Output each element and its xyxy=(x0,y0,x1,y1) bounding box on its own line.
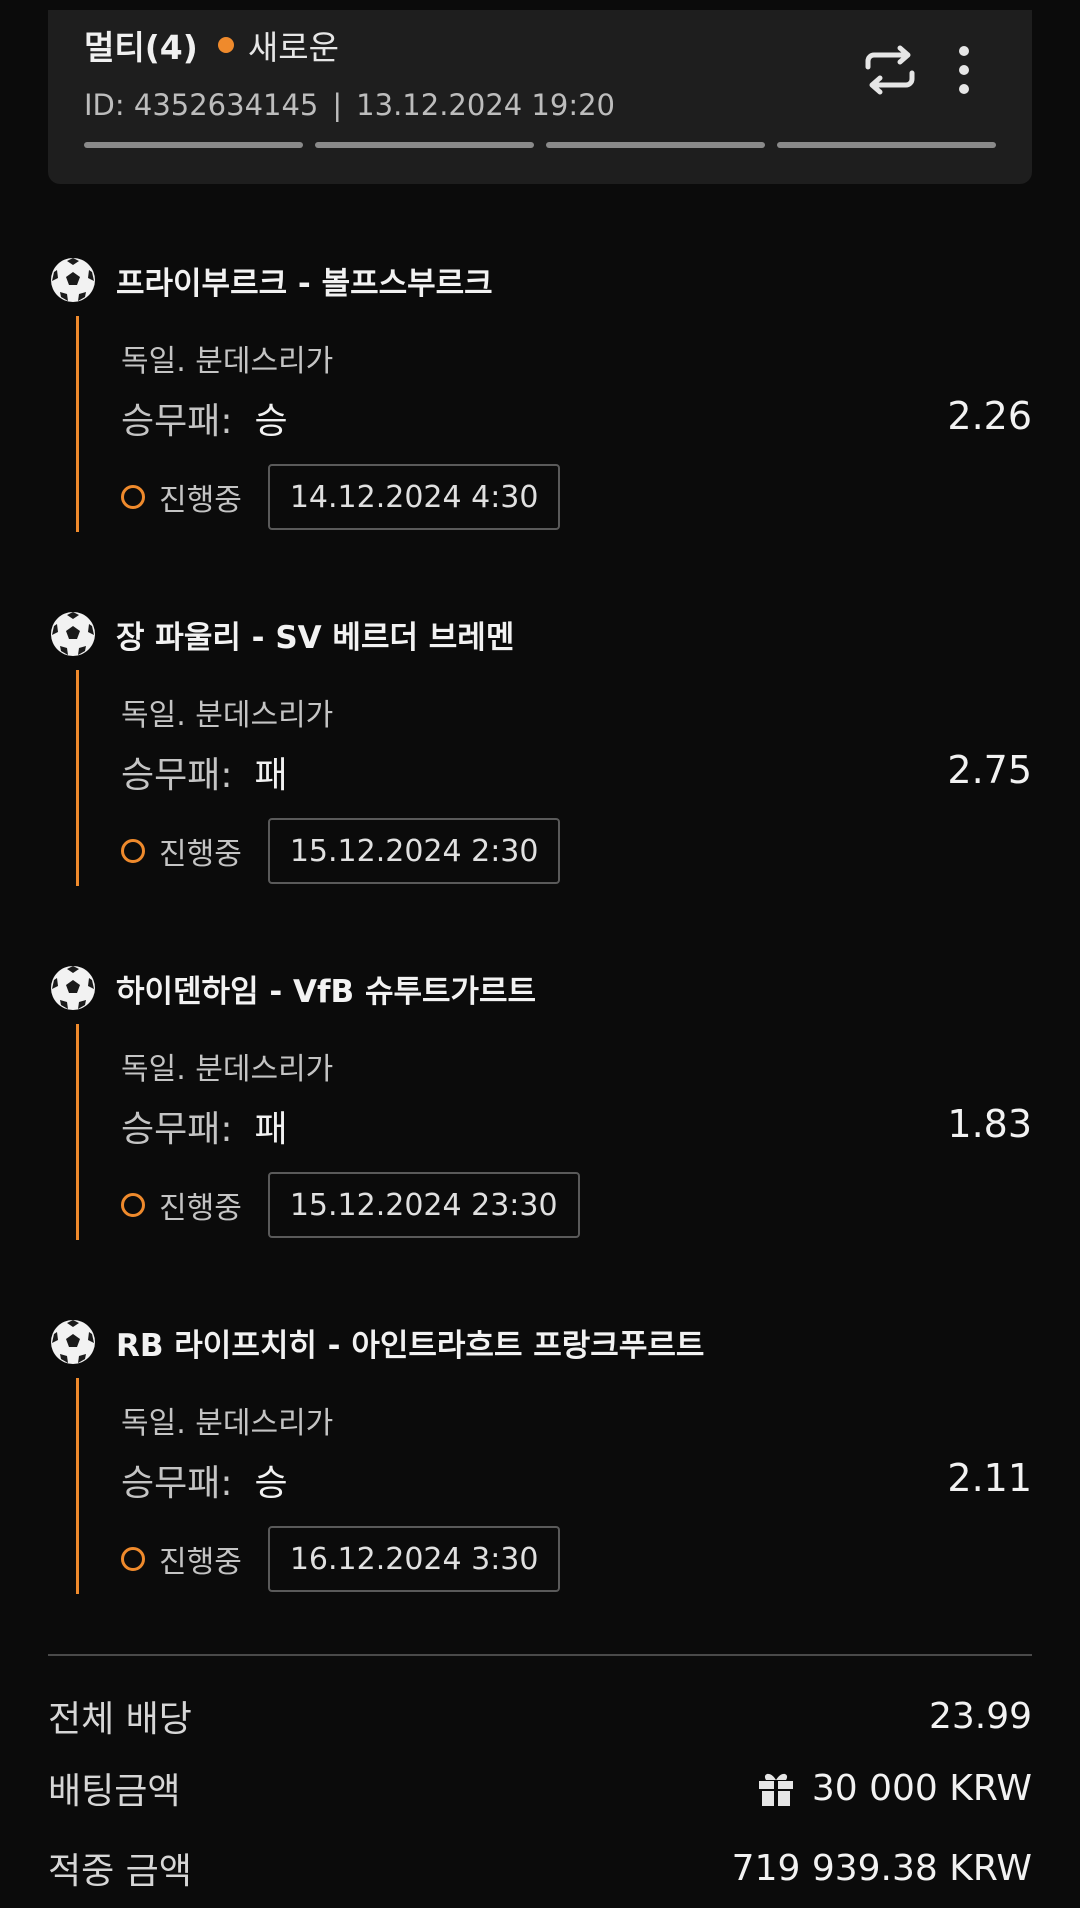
progress-segment xyxy=(777,142,996,148)
status-label: 진행중 xyxy=(159,1545,242,1580)
pending-circle-icon xyxy=(121,1193,145,1217)
market-row: 승무패: 패 xyxy=(121,746,288,798)
selection-detail: 독일. 분데스리가 승무패: 승 2.26 진행중 14.12.2024 4:3… xyxy=(76,316,1032,532)
bet-detail-screen: 멀티(4) 새로운 ID: 4352634145 | 13.12.2024 19… xyxy=(0,0,1080,1908)
soccer-ball-icon xyxy=(51,1320,95,1364)
progress-segment xyxy=(315,142,534,148)
match-row: 프라이부르크 - 볼프스부르크 xyxy=(48,254,493,306)
market-pick: 패 xyxy=(254,755,288,796)
market-pick: 승 xyxy=(254,401,288,442)
league-name: 독일. 분데스리가 xyxy=(121,1052,334,1087)
bet-status-label: 새로운 xyxy=(247,28,339,67)
total-odds-row: 전체 배당 23.99 xyxy=(48,1688,1032,1744)
progress-segment xyxy=(84,142,303,148)
match-name: 프라이부르크 - 볼프스부르크 xyxy=(116,265,493,302)
bet-selection[interactable]: 장 파울리 - SV 베르더 브레멘 독일. 분데스리가 승무패: 패 2.75… xyxy=(48,608,1032,908)
bet-type-title: 멀티(4) xyxy=(84,28,198,67)
status-row: 진행중 15.12.2024 2:30 xyxy=(121,818,561,884)
win-amount-value: 719 939.38 KRW xyxy=(731,1847,1032,1889)
match-name: 하이덴하임 - VfB 슈투트가르트 xyxy=(116,973,537,1010)
meta-separator: | xyxy=(332,88,343,122)
soccer-ball-icon xyxy=(51,612,95,656)
bet-progress-bar xyxy=(84,142,996,148)
selection-odds: 2.11 xyxy=(947,1456,1032,1500)
league-name: 독일. 분데스리가 xyxy=(121,1406,334,1441)
stake-value: 30 000 KRW xyxy=(811,1767,1032,1809)
bet-header-card: 멀티(4) 새로운 ID: 4352634145 | 13.12.2024 19… xyxy=(48,10,1032,184)
match-date: 14.12.2024 4:30 xyxy=(267,464,561,530)
market-label: 승무패: xyxy=(121,1109,233,1150)
bet-title-row: 멀티(4) 새로운 xyxy=(84,18,339,72)
market-pick: 승 xyxy=(254,1463,288,1504)
status-label: 진행중 xyxy=(159,1191,242,1226)
stake-label: 배팅금액 xyxy=(48,1771,181,1812)
status-dot-icon xyxy=(217,37,234,53)
bet-selection[interactable]: 하이덴하임 - VfB 슈투트가르트 독일. 분데스리가 승무패: 패 1.83… xyxy=(48,962,1032,1262)
status-row: 진행중 15.12.2024 23:30 xyxy=(121,1172,580,1238)
market-label: 승무패: xyxy=(121,755,233,796)
pending-circle-icon xyxy=(121,485,145,509)
league-name: 독일. 분데스리가 xyxy=(121,344,334,379)
match-row: 하이덴하임 - VfB 슈투트가르트 xyxy=(48,962,536,1014)
pending-circle-icon xyxy=(121,1547,145,1571)
selection-detail: 독일. 분데스리가 승무패: 패 1.83 진행중 15.12.2024 23:… xyxy=(76,1024,1032,1240)
soccer-ball-icon xyxy=(51,966,95,1010)
bet-meta: ID: 4352634145 | 13.12.2024 19:20 xyxy=(84,88,615,122)
match-row: 장 파울리 - SV 베르더 브레멘 xyxy=(48,608,514,660)
market-row: 승무패: 패 xyxy=(121,1100,288,1152)
match-row: RB 라이프치히 - 아인트라흐트 프랑크푸르트 xyxy=(48,1316,704,1368)
total-odds-label: 전체 배당 xyxy=(48,1699,192,1740)
match-name: RB 라이프치히 - 아인트라흐트 프랑크푸르트 xyxy=(116,1327,705,1364)
market-pick: 패 xyxy=(254,1109,288,1150)
selection-odds: 2.26 xyxy=(947,394,1032,438)
selection-odds: 2.75 xyxy=(947,748,1032,792)
more-dot xyxy=(959,65,969,75)
total-odds-value: 23.99 xyxy=(928,1695,1032,1737)
match-date: 15.12.2024 2:30 xyxy=(267,818,561,884)
selection-detail: 독일. 분데스리가 승무패: 승 2.11 진행중 16.12.2024 3:3… xyxy=(76,1378,1032,1594)
bet-datetime: 13.12.2024 19:20 xyxy=(356,88,616,122)
stake-row: 배팅금액 30 000 KRW xyxy=(48,1760,1032,1816)
win-amount-row: 적중 금액 719 939.38 KRW xyxy=(48,1840,1032,1896)
status-label: 진행중 xyxy=(159,483,242,518)
league-name: 독일. 분데스리가 xyxy=(121,698,334,733)
more-dot xyxy=(959,46,969,56)
win-amount-label: 적중 금액 xyxy=(48,1851,192,1892)
bet-selection[interactable]: RB 라이프치히 - 아인트라흐트 프랑크푸르트 독일. 분데스리가 승무패: … xyxy=(48,1316,1032,1616)
market-label: 승무패: xyxy=(121,1463,233,1504)
more-dot xyxy=(959,84,969,94)
bet-selection[interactable]: 프라이부르크 - 볼프스부르크 독일. 분데스리가 승무패: 승 2.26 진행… xyxy=(48,254,1032,554)
match-date: 15.12.2024 23:30 xyxy=(267,1172,580,1238)
repeat-bet-button[interactable] xyxy=(860,40,920,100)
match-name: 장 파울리 - SV 베르더 브레멘 xyxy=(116,619,515,656)
progress-segment xyxy=(546,142,765,148)
status-label: 진행중 xyxy=(159,837,242,872)
selection-odds: 1.83 xyxy=(947,1102,1032,1146)
more-vertical-icon[interactable] xyxy=(946,40,982,100)
summary-divider xyxy=(48,1654,1032,1656)
bet-id: ID: 4352634145 xyxy=(84,88,319,122)
market-label: 승무패: xyxy=(121,401,233,442)
pending-circle-icon xyxy=(121,839,145,863)
market-row: 승무패: 승 xyxy=(121,392,288,444)
gift-icon xyxy=(758,1773,793,1806)
soccer-ball-icon xyxy=(51,258,95,302)
selection-detail: 독일. 분데스리가 승무패: 패 2.75 진행중 15.12.2024 2:3… xyxy=(76,670,1032,886)
market-row: 승무패: 승 xyxy=(121,1454,288,1506)
status-row: 진행중 16.12.2024 3:30 xyxy=(121,1526,561,1592)
stake-value-group: 30 000 KRW xyxy=(756,1768,1032,1809)
status-row: 진행중 14.12.2024 4:30 xyxy=(121,464,561,530)
match-date: 16.12.2024 3:30 xyxy=(267,1526,561,1592)
repeat-icon xyxy=(865,45,915,95)
